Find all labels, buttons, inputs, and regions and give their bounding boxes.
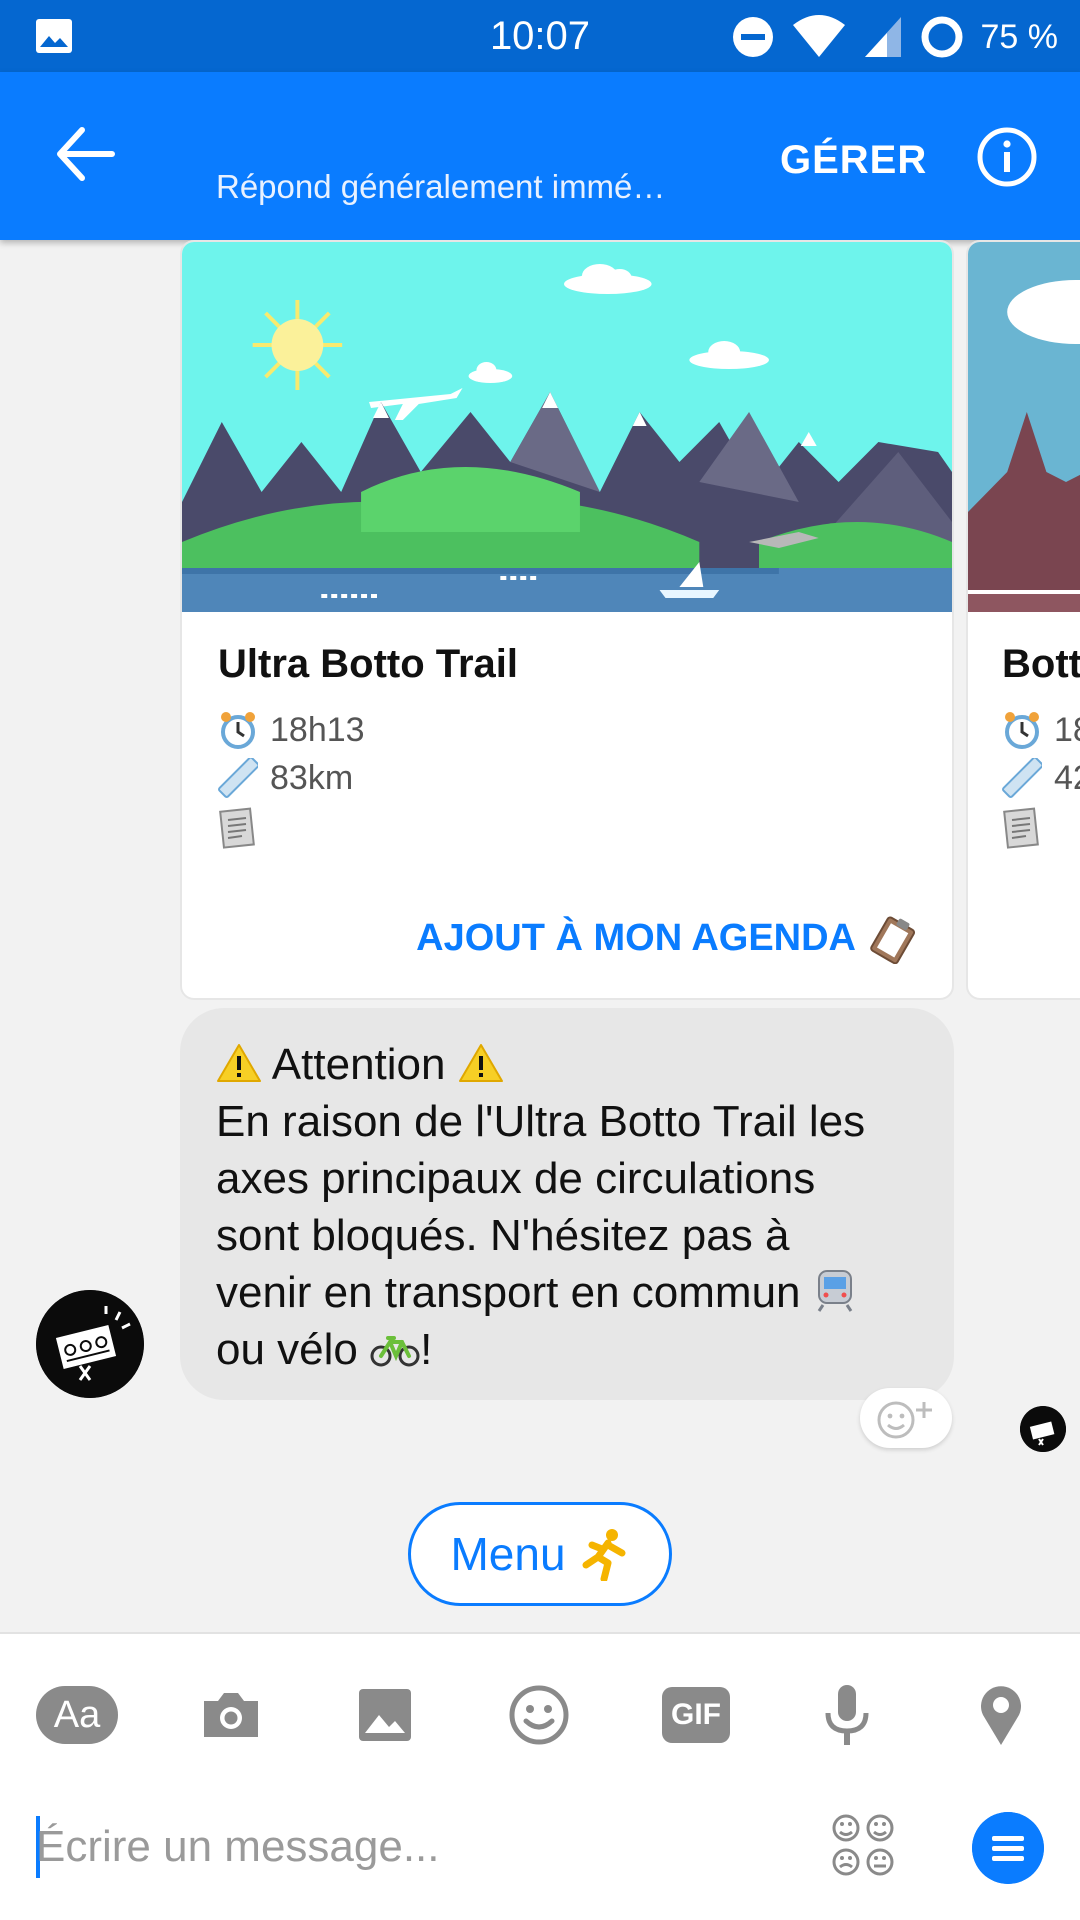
warning-icon (217, 1044, 261, 1082)
status-icons: 75 % (731, 14, 1059, 60)
add-reaction-button[interactable] (860, 1388, 952, 1448)
wifi-icon (792, 15, 845, 57)
event-time-next: 18 (1054, 710, 1080, 749)
newspaper-icon (219, 807, 255, 849)
battery-percentage: 75 % (980, 17, 1059, 56)
clipboard-icon (870, 916, 916, 964)
mountain-landscape-image (182, 242, 952, 612)
message-line-with-train: venir en transport en commun (216, 1264, 918, 1321)
conversation-header: Répond généralement immé… GÉRER (0, 72, 1080, 240)
text-format-button[interactable]: Aa (36, 1672, 118, 1758)
status-bar: 10:07 75 % (0, 0, 1080, 72)
back-arrow-icon[interactable] (52, 124, 118, 184)
menu-quick-reply-label: Menu (450, 1528, 566, 1580)
event-title: Ultra Botto Trail (218, 642, 519, 686)
battery-saver-icon (921, 16, 962, 58)
event-distance: 83km (270, 758, 354, 797)
manage-button[interactable]: GÉRER (780, 138, 927, 183)
smiley-icon (509, 1685, 569, 1745)
message-heading-line: Attention (216, 1036, 918, 1093)
message-line: ou vélo (216, 1325, 358, 1374)
event-time-row: 18h13 (218, 710, 365, 750)
bicycle-icon (370, 1336, 420, 1367)
runner-icon (582, 1529, 626, 1581)
message-line: sont bloqués. N'hésitez pas à (216, 1211, 790, 1260)
camera-icon (204, 1693, 258, 1737)
ruler-icon (218, 758, 258, 798)
add-reaction-icon (877, 1401, 932, 1439)
event-distance-row-next: 42 (1002, 758, 1080, 798)
location-button[interactable] (970, 1672, 1032, 1758)
event-card-next[interactable]: Bott 18 42 (966, 240, 1080, 1000)
gallery-button[interactable] (350, 1672, 420, 1758)
message-last-line: ou vélo ! (216, 1321, 918, 1378)
voice-button[interactable] (816, 1672, 878, 1758)
microphone-icon (825, 1685, 869, 1745)
do-not-disturb-icon (732, 17, 773, 57)
stickers-icon[interactable] (830, 1812, 896, 1878)
response-time-subtitle: Répond généralement immé… (216, 168, 666, 205)
add-to-agenda-label: AJOUT À MON AGENDA (416, 916, 856, 959)
message-input[interactable] (36, 1812, 776, 1882)
alarm-clock-icon (1005, 712, 1039, 749)
info-icon[interactable] (976, 126, 1038, 188)
emoji-button[interactable] (504, 1672, 574, 1758)
message-heading: Attention (271, 1040, 446, 1089)
event-distance-next: 42 (1054, 758, 1080, 797)
message-end: ! (420, 1325, 433, 1374)
event-time: 18h13 (270, 710, 365, 749)
ruler-icon (1002, 758, 1042, 798)
message-line: En raison de l'Ultra Botto Trail les (216, 1097, 866, 1146)
bot-avatar[interactable] (36, 1290, 144, 1398)
seen-receipt-avatar (1020, 1406, 1066, 1452)
event-news-row (218, 806, 258, 850)
city-landscape-image (968, 242, 1080, 612)
message-line: venir en transport en commun (216, 1268, 801, 1317)
menu-quick-reply-button[interactable]: Menu (408, 1502, 672, 1606)
hamburger-menu-icon[interactable] (972, 1812, 1044, 1884)
warning-icon (458, 1044, 503, 1082)
gif-label: GIF (662, 1687, 730, 1743)
message-line: axes principaux de circulations (216, 1154, 816, 1203)
event-news-row-next (1002, 806, 1042, 850)
camera-button[interactable] (196, 1672, 266, 1758)
newspaper-icon (1003, 807, 1039, 849)
add-to-agenda-button[interactable]: AJOUT À MON AGENDA (416, 912, 918, 964)
image-icon (359, 1689, 411, 1741)
location-pin-icon (981, 1686, 1021, 1745)
event-card[interactable]: Ultra Botto Trail 18h13 83km AJOUT À MON… (180, 240, 954, 1000)
messenger-conversation: 10:07 75 % Répond généralement immé… GÉR… (0, 0, 1080, 1920)
event-time-row-next: 18 (1002, 710, 1080, 750)
signal-icon (864, 17, 901, 57)
text-format-label: Aa (36, 1686, 118, 1744)
gif-button[interactable]: GIF (660, 1672, 732, 1758)
event-distance-row: 83km (218, 758, 353, 798)
event-title-next: Bott (1002, 642, 1080, 686)
alarm-clock-icon (221, 712, 255, 749)
train-icon (817, 1270, 852, 1312)
bot-message-bubble[interactable]: Attention En raison de l'Ultra Botto Tra… (180, 1008, 954, 1400)
